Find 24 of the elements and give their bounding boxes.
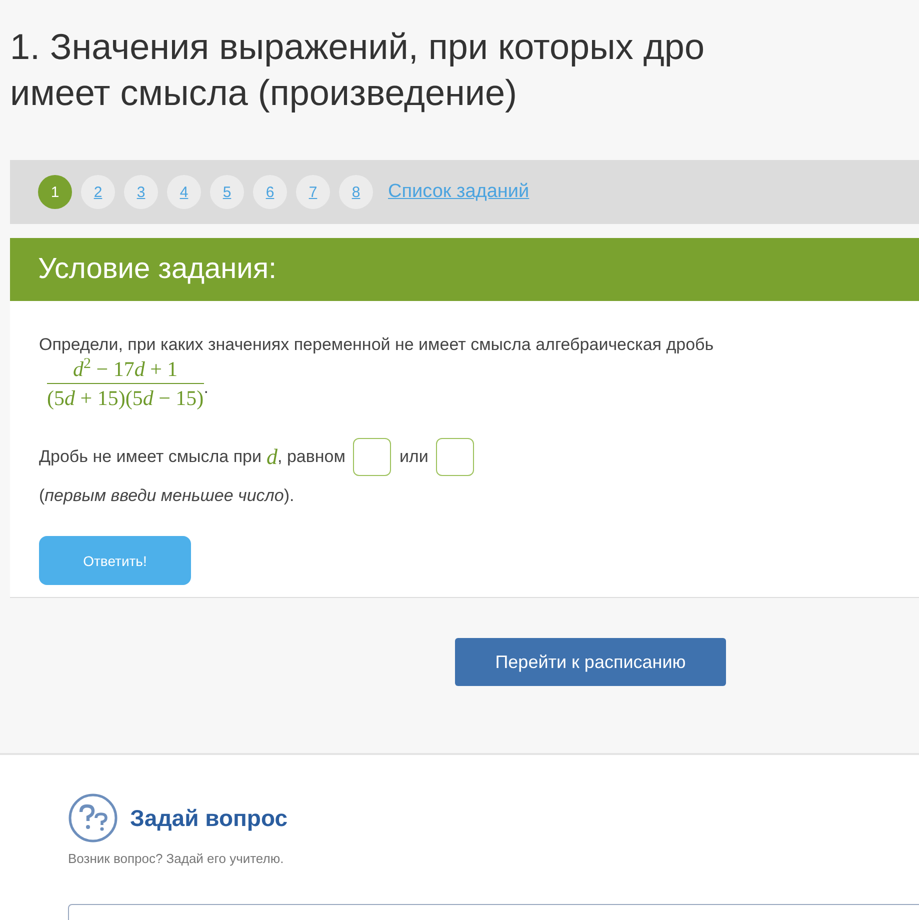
- task-number-button[interactable]: 1: [38, 175, 72, 209]
- task-number-button[interactable]: 7: [296, 175, 330, 209]
- answer-text: , равном: [278, 447, 346, 467]
- submit-button[interactable]: Ответить!: [39, 536, 191, 585]
- task-number-button[interactable]: 5: [210, 175, 244, 209]
- fraction-formula: d$^{2}$ − 17d + 1 (5d + 15)(5d − 15): [47, 357, 204, 410]
- task-number-button[interactable]: 4: [167, 175, 201, 209]
- answer-text: или: [399, 447, 428, 467]
- task-list-link[interactable]: Список заданий: [388, 181, 530, 203]
- ask-question-subtitle: Возник вопрос? Задай его учителю.: [68, 851, 285, 866]
- variable-text: d: [266, 444, 278, 470]
- answer-text: Дробь не имеет смысла при: [39, 447, 262, 467]
- task-number-button[interactable]: 6: [253, 175, 287, 209]
- task-number-button[interactable]: 8: [339, 175, 373, 209]
- hint-text: (первым введи меньшее число).: [39, 486, 296, 506]
- page-title: 1. Значения выражений, при которых дро: [10, 25, 704, 69]
- page-title: имеет смысла (произведение): [10, 71, 517, 115]
- ask-question-title: Задай вопрос: [130, 804, 288, 832]
- question-text: Определи, при каких значениях переменной не имеет смысла алгебраическая дробь: [39, 335, 715, 355]
- period-text: .: [204, 378, 208, 398]
- card-title: Условие задания:: [38, 253, 277, 286]
- task-number-button[interactable]: 2: [81, 175, 115, 209]
- task-number-button[interactable]: 3: [124, 175, 158, 209]
- schedule-button[interactable]: Перейти к расписанию: [455, 638, 726, 686]
